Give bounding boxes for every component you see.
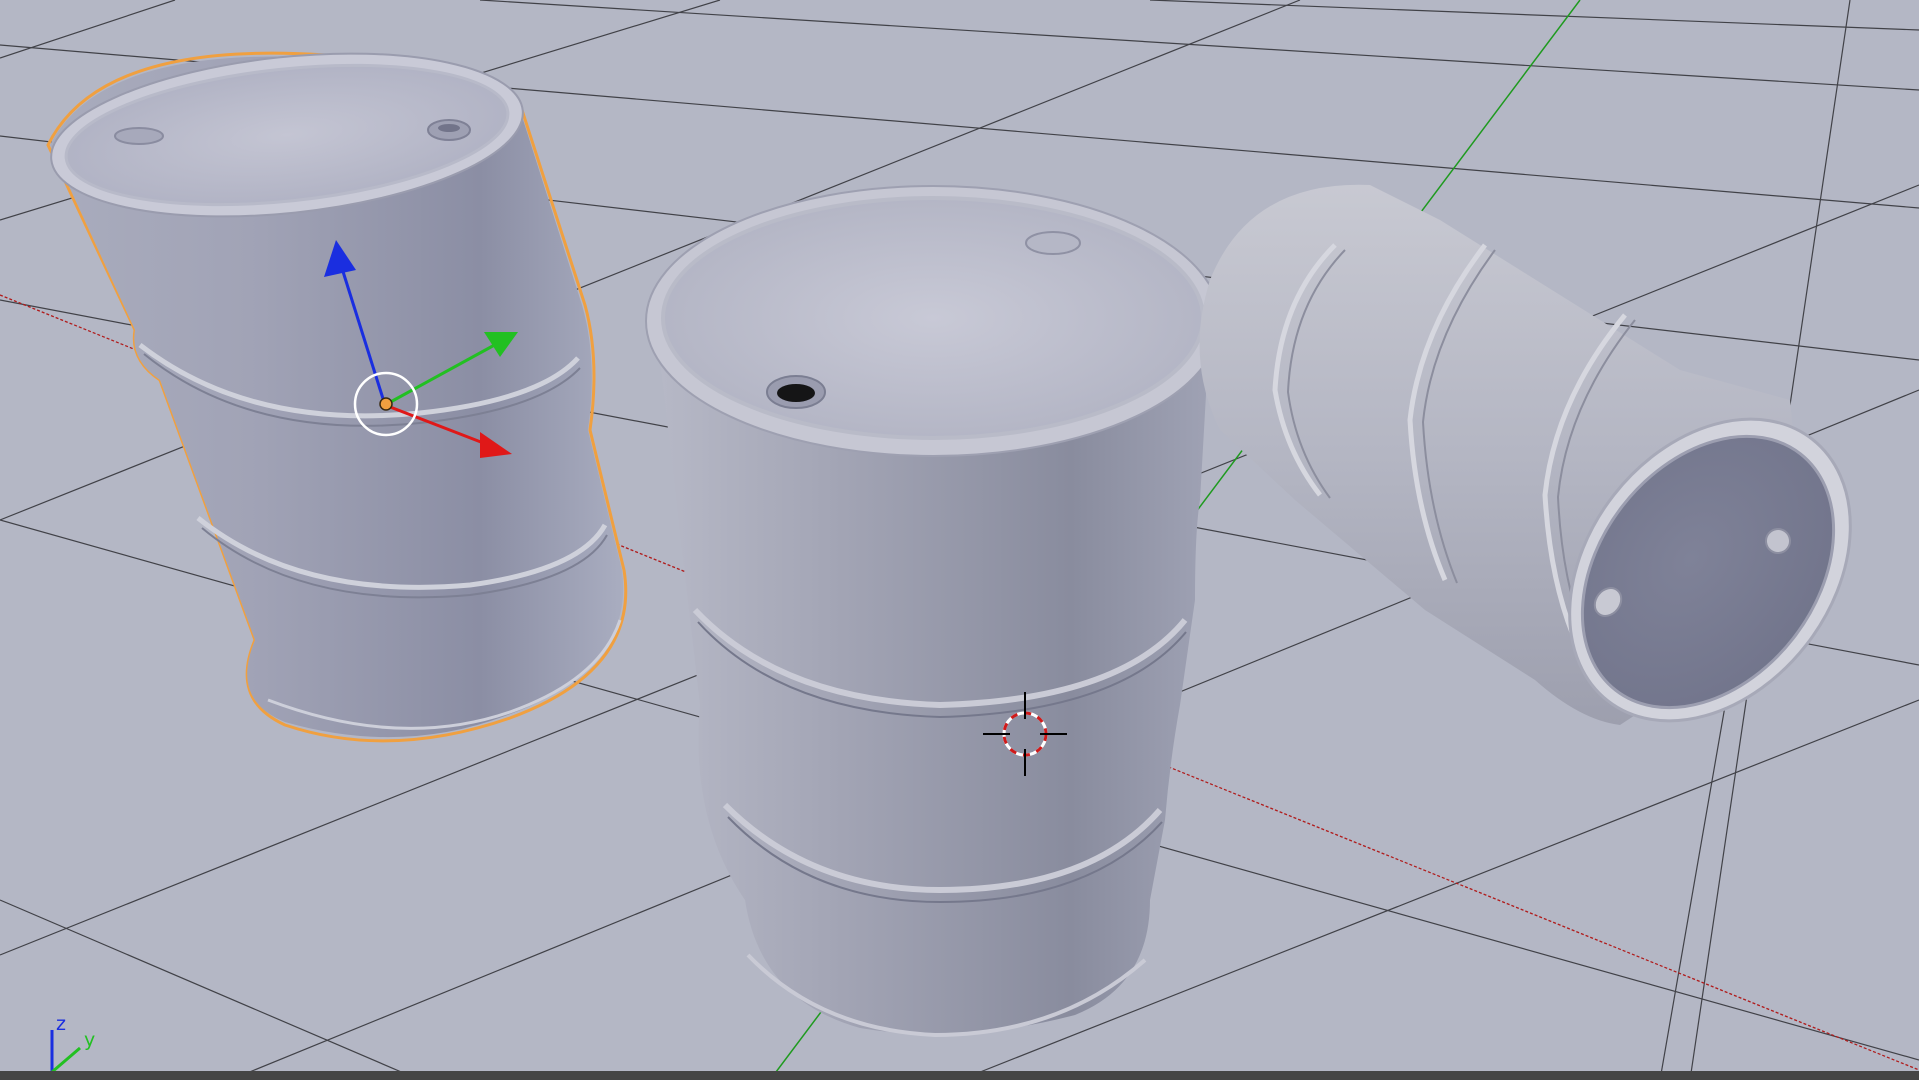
axis-y-label: y [84,1029,95,1051]
3d-viewport[interactable]: z y [0,0,1919,1080]
object-origin-icon [379,397,393,411]
barrel-left[interactable] [43,33,628,743]
view-axis-indicator: z y [50,1013,95,1080]
viewport-footer-bar [0,1071,1919,1080]
barrel-center[interactable] [645,185,1221,1038]
axis-z-label: z [56,1013,66,1035]
scene-canvas[interactable]: z y [0,0,1919,1080]
barrel-right[interactable] [1199,184,1909,776]
